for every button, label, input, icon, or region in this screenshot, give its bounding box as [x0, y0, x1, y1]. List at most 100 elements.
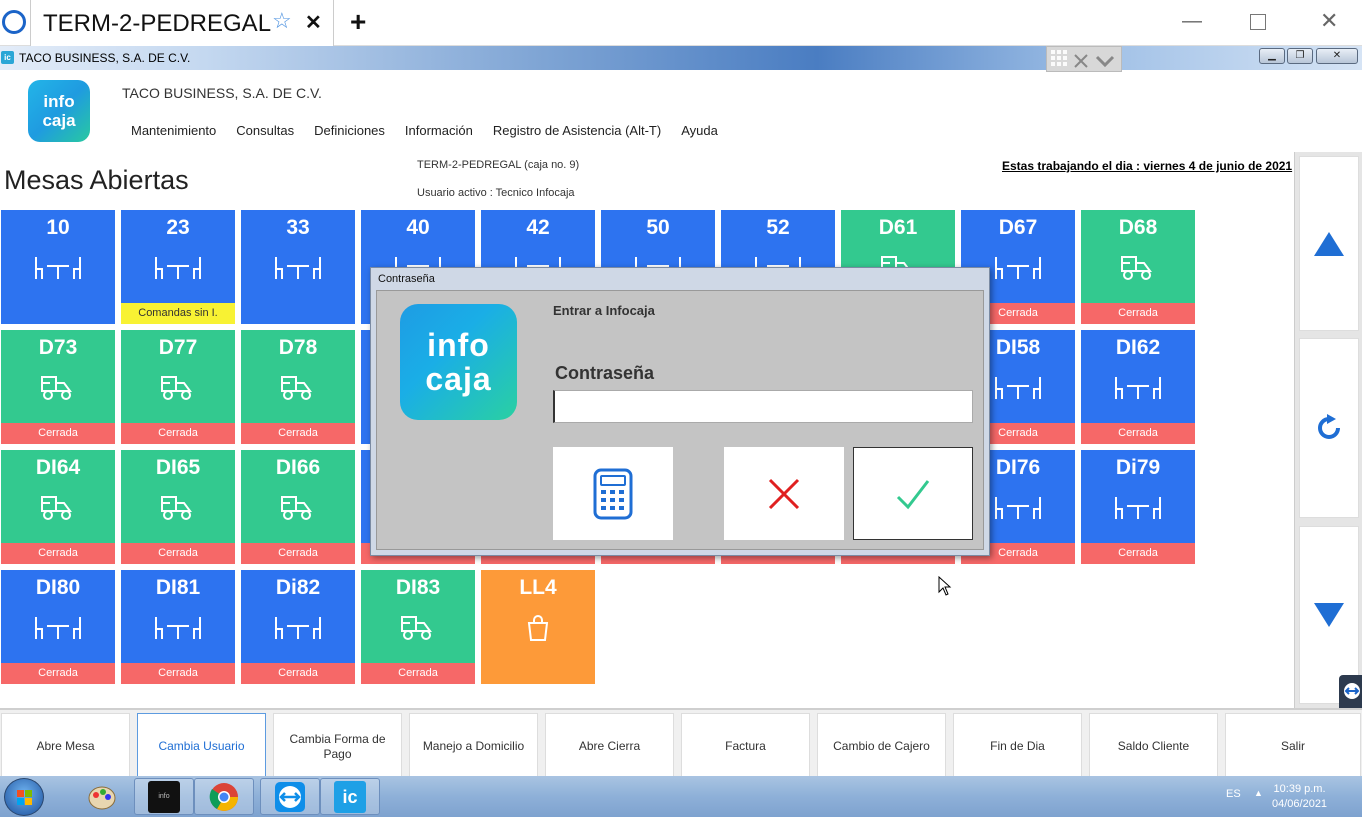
table-status: Cerrada: [1, 423, 115, 444]
table-tile[interactable]: D78 Cerrada: [241, 330, 355, 444]
app-maximize-button[interactable]: ❐: [1287, 48, 1313, 64]
app-close-button[interactable]: ✕: [1316, 48, 1358, 64]
table-icon: [241, 610, 355, 646]
cambia-forma-pago-button[interactable]: Cambia Forma de Pago: [273, 713, 402, 780]
menu-informacion[interactable]: Información: [405, 123, 473, 138]
taskbar-chrome[interactable]: [194, 778, 254, 815]
tray-arrow-icon[interactable]: ▲: [1254, 788, 1263, 798]
table-tile[interactable]: DI62 Cerrada: [1081, 330, 1195, 444]
app-title-bar: ic TACO BUSINESS, S.A. DE C.V.: [0, 46, 1362, 70]
terminal-info: TERM-2-PEDREGAL (caja no. 9): [417, 159, 580, 171]
scroll-up-button[interactable]: [1299, 156, 1359, 331]
dialog-infocaja-logo: info caja: [400, 304, 517, 420]
table-number: 50: [646, 216, 670, 239]
table-tile[interactable]: D77 Cerrada: [121, 330, 235, 444]
table-icon: [1, 250, 115, 286]
menu-consultas[interactable]: Consultas: [236, 123, 294, 138]
table-tile[interactable]: D73 Cerrada: [1, 330, 115, 444]
table-tile[interactable]: DI64 Cerrada: [1, 450, 115, 564]
table-tile[interactable]: LL4: [481, 570, 595, 684]
windows-taskbar: info ic: [0, 776, 1362, 817]
table-icon: [1081, 370, 1195, 406]
taskbar-infocaja-dark[interactable]: info: [134, 778, 194, 815]
clock[interactable]: 10:39 p.m. 04/06/2021: [1272, 782, 1327, 812]
salir-button[interactable]: Salir: [1225, 713, 1361, 780]
cambia-usuario-button[interactable]: Cambia Usuario: [137, 713, 266, 780]
infocaja-app-icon: info: [148, 780, 180, 813]
taskbar-teamviewer[interactable]: [260, 778, 320, 815]
table-tile[interactable]: DI81 Cerrada: [121, 570, 235, 684]
windows-logo-icon: [17, 790, 32, 805]
abre-cierra-button[interactable]: Abre Cierra: [545, 713, 674, 780]
minimize-icon[interactable]: —: [1182, 10, 1202, 33]
language-indicator[interactable]: ES: [1226, 788, 1241, 800]
company-name: TACO BUSINESS, S.A. DE C.V.: [122, 85, 322, 101]
table-number: DI80: [35, 576, 81, 599]
app-minimize-button[interactable]: ▁: [1259, 48, 1285, 64]
bag-icon: [481, 610, 595, 646]
table-status: Cerrada: [1081, 543, 1195, 564]
teamviewer-logo-icon: [2, 10, 26, 34]
delivery-icon: [1, 370, 115, 406]
table-status: Cerrada: [1, 663, 115, 684]
abre-mesa-button[interactable]: Abre Mesa: [1, 713, 130, 780]
table-status: Cerrada: [121, 543, 235, 564]
table-tile[interactable]: 10: [1, 210, 115, 324]
teamviewer-tab-bar: TERM-2-PEDREGAL ☆ ✕ + — ✕: [0, 0, 1362, 46]
close-window-icon[interactable]: ✕: [1320, 8, 1338, 34]
paint-icon[interactable]: [86, 782, 118, 812]
close-tab-icon[interactable]: ✕: [305, 10, 322, 35]
fin-dia-button[interactable]: Fin de Dia: [953, 713, 1082, 780]
table-status: Cerrada: [241, 423, 355, 444]
app-icon: ic: [1, 51, 14, 64]
delivery-icon: [121, 490, 235, 526]
manejo-domicilio-button[interactable]: Manejo a Domicilio: [409, 713, 538, 780]
menu-ayuda[interactable]: Ayuda: [681, 123, 718, 138]
calculator-button[interactable]: [553, 447, 673, 540]
saldo-cliente-button[interactable]: Saldo Cliente: [1089, 713, 1218, 780]
delivery-icon: [1081, 250, 1195, 286]
calculator-icon: [593, 468, 633, 519]
clock-date: 04/06/2021: [1272, 798, 1328, 810]
table-icon: [1081, 490, 1195, 526]
table-status: Cerrada: [1081, 423, 1195, 444]
table-tile[interactable]: DI65 Cerrada: [121, 450, 235, 564]
accept-button[interactable]: [853, 447, 973, 540]
table-number: 33: [286, 216, 310, 239]
table-tile[interactable]: DI66 Cerrada: [241, 450, 355, 564]
start-button[interactable]: [4, 778, 44, 816]
table-tile[interactable]: D68 Cerrada: [1081, 210, 1195, 324]
table-icon: [121, 610, 235, 646]
add-tab-button[interactable]: +: [350, 6, 366, 38]
table-status: Cerrada: [241, 543, 355, 564]
close-icon: [768, 478, 800, 509]
ic-app-icon: ic: [334, 780, 366, 813]
table-tile[interactable]: DI80 Cerrada: [1, 570, 115, 684]
dialog-logo-text-1: info: [427, 327, 490, 363]
active-user: Usuario activo : Tecnico Infocaja: [417, 187, 575, 199]
table-tile[interactable]: DI83 Cerrada: [361, 570, 475, 684]
table-number: D68: [1118, 216, 1158, 239]
taskbar-ic[interactable]: ic: [320, 778, 380, 815]
table-tile[interactable]: Di82 Cerrada: [241, 570, 355, 684]
working-date: Estas trabajando el dia : viernes 4 de j…: [1002, 159, 1293, 173]
table-tile[interactable]: 23 Comandas sin I.: [121, 210, 235, 324]
dialog-caption: Contraseña: [378, 273, 435, 285]
teamviewer-toolbox[interactable]: [1046, 46, 1122, 72]
password-input[interactable]: [553, 390, 973, 423]
table-tile[interactable]: Di79 Cerrada: [1081, 450, 1195, 564]
teamviewer-app-icon: [275, 781, 305, 812]
star-icon[interactable]: ☆: [272, 8, 292, 34]
maximize-icon[interactable]: [1250, 14, 1266, 30]
refresh-button[interactable]: [1299, 338, 1359, 518]
table-number: DI66: [275, 456, 321, 479]
factura-button[interactable]: Factura: [681, 713, 810, 780]
teamviewer-tab[interactable]: TERM-2-PEDREGAL ☆ ✕: [30, 0, 334, 46]
menu-mantenimiento[interactable]: Mantenimiento: [131, 123, 216, 138]
cambio-cajero-button[interactable]: Cambio de Cajero: [817, 713, 946, 780]
toolbox-icons: [1051, 50, 1115, 68]
table-tile[interactable]: 33: [241, 210, 355, 324]
menu-definiciones[interactable]: Definiciones: [314, 123, 385, 138]
cancel-button[interactable]: [724, 447, 844, 540]
menu-registro-asistencia[interactable]: Registro de Asistencia (Alt-T): [493, 123, 661, 138]
